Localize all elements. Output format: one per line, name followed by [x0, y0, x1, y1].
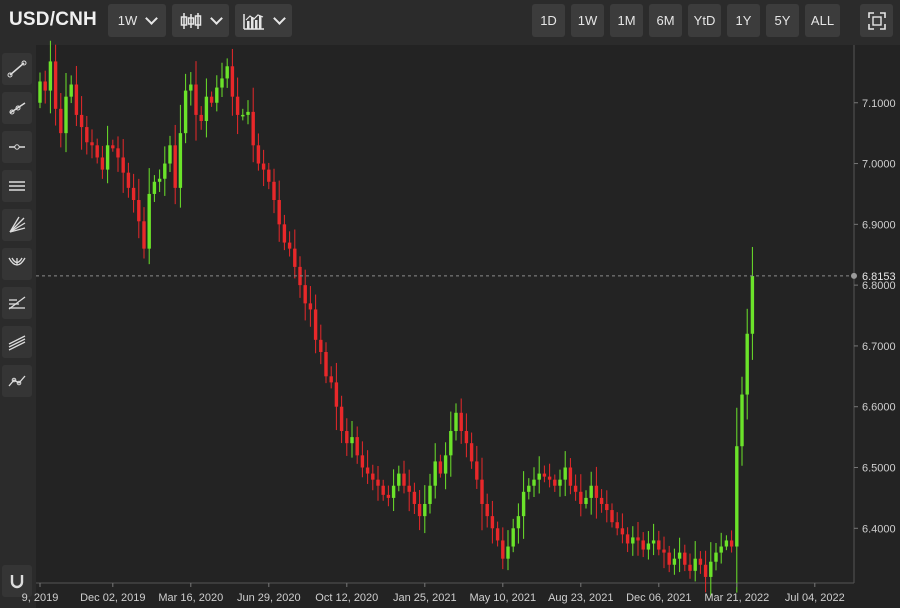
candlestick-icon — [180, 12, 202, 29]
top-toolbar: USD/CNH 1W 1D 1W 1M 6M YtD 1Y 5Y ALL — [0, 0, 900, 42]
fan-icon — [9, 216, 26, 233]
range-label: 1M — [617, 13, 636, 28]
chevron-down-icon — [210, 12, 223, 25]
magnet-icon — [10, 575, 24, 589]
bar-chart-icon — [243, 13, 264, 30]
ray-icon — [9, 102, 26, 115]
drawing-tools-sidebar — [0, 42, 36, 608]
range-button-ytd[interactable]: YtD — [688, 4, 721, 37]
channel-icon — [9, 181, 25, 191]
interval-dropdown[interactable]: 1W — [108, 4, 166, 37]
range-label: 1D — [540, 13, 557, 28]
range-button-5y[interactable]: 5Y — [766, 4, 799, 37]
ray-tool[interactable] — [2, 92, 32, 124]
parallel-lines-tool[interactable] — [2, 326, 32, 358]
parallel-icon — [8, 335, 26, 351]
time-axis[interactable] — [36, 583, 900, 608]
pitchfork-icon — [8, 257, 26, 266]
path-icon — [8, 375, 26, 387]
range-label: 1Y — [735, 13, 752, 28]
currency-pair-title: USD/CNH — [9, 9, 97, 30]
chart-plot-area[interactable] — [36, 45, 854, 583]
fibonacci-tool[interactable] — [2, 287, 32, 319]
range-button-6m[interactable]: 6M — [649, 4, 682, 37]
horizontal-line-icon — [9, 144, 25, 150]
range-button-1m[interactable]: 1M — [610, 4, 643, 37]
fib-icon — [8, 296, 26, 310]
horizontal-line-tool[interactable] — [2, 131, 32, 163]
price-axis[interactable] — [854, 45, 900, 583]
fullscreen-button[interactable] — [860, 4, 893, 37]
range-label: 5Y — [774, 13, 791, 28]
indicator-dropdown[interactable] — [235, 4, 292, 37]
trend-line-tool[interactable] — [2, 53, 32, 85]
range-label: 1W — [577, 13, 598, 28]
line-icon — [7, 60, 27, 78]
range-button-all[interactable]: ALL — [805, 4, 840, 37]
chart-type-dropdown[interactable] — [172, 4, 229, 37]
path-tool[interactable] — [2, 365, 32, 397]
pitchfork-tool[interactable] — [2, 248, 32, 280]
chevron-down-icon — [273, 12, 286, 25]
range-label: 6M — [656, 13, 675, 28]
interval-label: 1W — [117, 13, 138, 28]
magnet-tool[interactable] — [2, 565, 32, 597]
range-button-1y[interactable]: 1Y — [727, 4, 760, 37]
channel-tool[interactable] — [2, 170, 32, 202]
range-button-1d[interactable]: 1D — [532, 4, 565, 37]
chevron-down-icon — [145, 12, 159, 25]
range-button-1w[interactable]: 1W — [571, 4, 604, 37]
fullscreen-icon — [867, 11, 886, 30]
range-label: ALL — [810, 13, 835, 28]
range-label: YtD — [693, 13, 716, 28]
fan-tool[interactable] — [2, 209, 32, 241]
